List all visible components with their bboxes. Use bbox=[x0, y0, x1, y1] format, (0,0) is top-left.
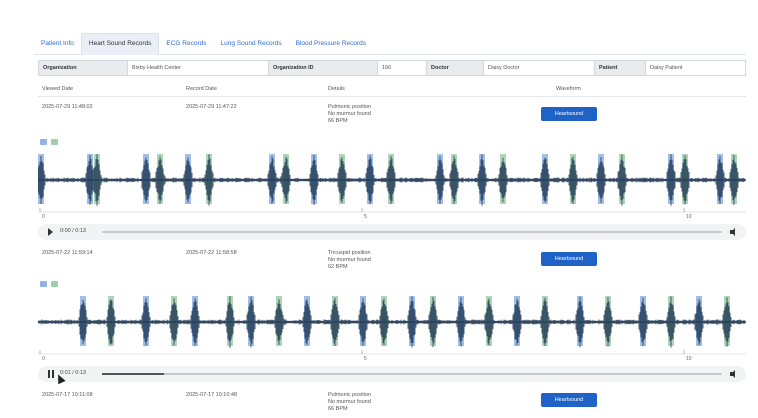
record-bpm: 62 BPM bbox=[328, 264, 348, 270]
audio-time: 0:00 / 0:13 bbox=[60, 228, 86, 234]
time-tick-label: 5 bbox=[364, 214, 367, 220]
tab-blood-pressure-records[interactable]: Blood Pressure Records bbox=[289, 34, 373, 54]
column-record-date: Record Date bbox=[186, 86, 217, 92]
table-row: 2025-07-17 10:11:08 2025-07-17 10:10:48 … bbox=[38, 392, 746, 418]
record-bpm: 66 BPM bbox=[328, 118, 348, 124]
time-tick-label: 10 bbox=[686, 214, 692, 220]
pause-icon[interactable] bbox=[48, 370, 54, 378]
column-viewed-date: Viewed Date bbox=[42, 86, 74, 92]
record-murmur: No murmur found bbox=[328, 399, 371, 405]
patient-label: Patient bbox=[594, 60, 646, 76]
column-details: Details bbox=[328, 86, 345, 92]
record-position: Pulmonic position bbox=[328, 392, 372, 398]
record-position: Pulmonic position bbox=[328, 104, 372, 110]
viewed-date: 2025-07-17 10:11:08 bbox=[42, 392, 93, 398]
record-murmur: No murmur found bbox=[328, 257, 371, 263]
viewed-date: 2025-07-22 11:59:14 bbox=[42, 250, 93, 256]
play-icon[interactable] bbox=[48, 228, 53, 236]
record-details: Pulmonic position No murmur found 66 BPM bbox=[328, 104, 371, 125]
s2-legend-icon[interactable] bbox=[51, 281, 58, 287]
record-details: Pulmonic position No murmur found 66 BPM bbox=[328, 392, 371, 413]
audio-progress-track[interactable] bbox=[102, 231, 722, 233]
time-tick-label: 0 bbox=[42, 214, 45, 220]
audio-progress-track[interactable] bbox=[102, 373, 722, 375]
organization-label: Organization bbox=[38, 60, 128, 76]
viewed-date: 2025-07-29 11:48:02 bbox=[42, 104, 93, 110]
table-row: 2025-07-29 11:48:02 2025-07-29 11:47:22 … bbox=[38, 104, 746, 134]
volume-icon[interactable] bbox=[730, 228, 738, 236]
record-position: Tricuspid position bbox=[328, 250, 371, 256]
audio-progress-fill bbox=[102, 373, 164, 375]
heartsound-button[interactable]: Heartsound bbox=[541, 107, 597, 121]
s2-legend-icon[interactable] bbox=[51, 139, 58, 145]
record-tabs: Patient Info Heart Sound Records ECG Rec… bbox=[34, 32, 746, 55]
table-row: 2025-07-22 11:59:14 2025-07-22 11:58:58 … bbox=[38, 250, 746, 280]
record-date: 2025-07-29 11:47:22 bbox=[186, 104, 237, 110]
volume-icon[interactable] bbox=[730, 370, 738, 378]
patient-info-row: Organization Bixby Health Center Organiz… bbox=[38, 60, 746, 76]
waveform-1[interactable]: 0 5 10 bbox=[38, 150, 746, 220]
doctor-label: Doctor bbox=[426, 60, 484, 76]
audio-player-2[interactable]: 0:01 / 0:13 bbox=[38, 366, 746, 382]
patient-value: Daisy Patient bbox=[646, 60, 746, 76]
tab-ecg-records[interactable]: ECG Records bbox=[159, 34, 213, 54]
record-date: 2025-07-22 11:58:58 bbox=[186, 250, 237, 256]
s1-legend-icon[interactable] bbox=[40, 139, 47, 145]
audio-player-1[interactable]: 0:00 / 0:13 bbox=[38, 224, 746, 240]
organization-id-value: 166 bbox=[378, 60, 426, 76]
organization-id-label: Organization ID bbox=[268, 60, 378, 76]
tab-patient-info[interactable]: Patient Info bbox=[34, 34, 81, 54]
record-murmur: No murmur found bbox=[328, 111, 371, 117]
heartsound-button[interactable]: Heartsound bbox=[541, 252, 597, 266]
tab-lung-sound-records[interactable]: Lung Sound Records bbox=[214, 34, 289, 54]
heartsound-button[interactable]: Heartsound bbox=[541, 393, 597, 407]
tab-heart-sound-records[interactable]: Heart Sound Records bbox=[80, 33, 160, 55]
time-tick-label: 5 bbox=[364, 356, 367, 362]
records-table-header: Viewed Date Record Date Details Waveform bbox=[38, 84, 746, 97]
waveform-2[interactable]: 0 5 10 bbox=[38, 292, 746, 362]
audio-time: 0:01 / 0:13 bbox=[60, 370, 86, 376]
time-tick-label: 10 bbox=[686, 356, 692, 362]
doctor-value: Daisy Doctor bbox=[484, 60, 594, 76]
organization-value: Bixby Health Center bbox=[128, 60, 268, 76]
record-bpm: 66 BPM bbox=[328, 406, 348, 412]
s1-legend-icon[interactable] bbox=[40, 281, 47, 287]
record-date: 2025-07-17 10:10:48 bbox=[186, 392, 238, 398]
column-waveform: Waveform bbox=[556, 86, 581, 92]
time-tick-label: 0 bbox=[42, 356, 45, 362]
record-details: Tricuspid position No murmur found 62 BP… bbox=[328, 250, 371, 271]
